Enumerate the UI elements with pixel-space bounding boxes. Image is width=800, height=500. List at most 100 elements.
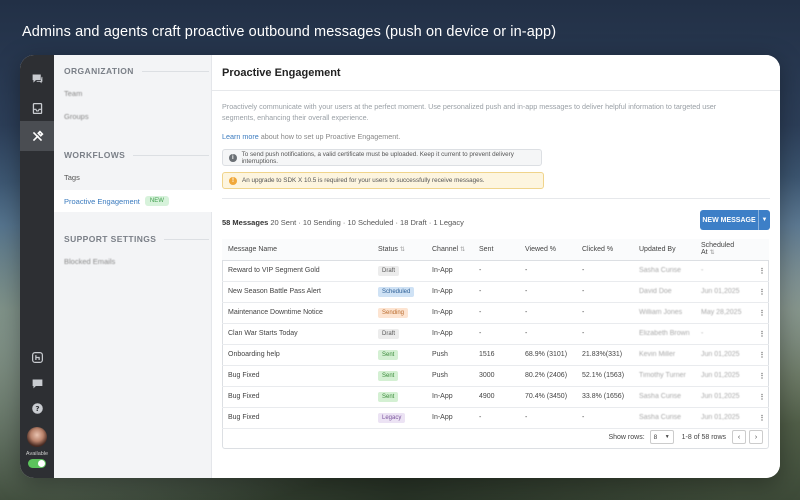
cell-message-name: New Season Battle Pass Alert: [222, 281, 372, 303]
tools-icon[interactable]: [20, 121, 54, 151]
learn-more-link[interactable]: Learn more: [222, 132, 259, 141]
cell-sent: -: [473, 323, 519, 345]
cell-status: Sent: [372, 365, 426, 387]
message-summary: 58 Messages 20 Sent · 10 Sending · 10 Sc…: [222, 218, 464, 227]
certificate-notice-text: To send push notifications, a valid cert…: [241, 150, 514, 165]
cell-sent: -: [473, 281, 519, 303]
row-menu-icon[interactable]: ⋮: [749, 365, 769, 387]
table-row[interactable]: Onboarding help Sent Push 1516 68.9% (3101) 2…: [222, 344, 769, 366]
col-status[interactable]: Status ⇅: [372, 239, 426, 261]
availability-toggle[interactable]: [28, 459, 46, 468]
app-window: ? Available ORGANIZATION Team Groups WOR…: [20, 55, 780, 478]
sort-icon: ⇅: [460, 246, 466, 253]
nav-item-blocked-emails[interactable]: Blocked Emails: [64, 257, 115, 266]
status-label: Available: [25, 451, 49, 457]
rows-per-page-value: 8: [653, 433, 658, 441]
main-content: Proactive Engagement Proactively communi…: [212, 55, 780, 478]
status-badge: Draft: [378, 265, 400, 276]
next-page-button[interactable]: ›: [749, 430, 763, 444]
table-row[interactable]: Bug Fixed Sent In-App 4900 70.4% (3450) 33.8%…: [222, 386, 769, 408]
status-badge: Sending: [378, 307, 409, 318]
table-header-row: Message Name Status ⇅ Channel ⇅ Sent Viewe…: [222, 239, 769, 261]
cell-updated-by: Kevin Miller: [633, 344, 695, 366]
row-menu-icon[interactable]: ⋮: [749, 323, 769, 345]
cell-updated-by: William Jones: [633, 302, 695, 324]
chat-icon[interactable]: [20, 63, 54, 93]
cell-status: Scheduled: [372, 281, 426, 303]
nav-item-team[interactable]: Team: [64, 89, 82, 98]
cell-channel: Push: [426, 344, 473, 366]
col-scheduled-at[interactable]: Scheduled At ⇅: [695, 239, 749, 261]
question-icon[interactable]: ?: [20, 393, 54, 423]
svg-text:?: ?: [35, 403, 39, 412]
cell-status: Draft: [372, 323, 426, 345]
cell-message-name: Clan War Starts Today: [222, 323, 372, 345]
status-badge: Sent: [378, 370, 399, 381]
cell-sent: 4900: [473, 386, 519, 408]
cell-clicked: 21.83%(331): [576, 344, 633, 366]
row-menu-icon[interactable]: ⋮: [749, 386, 769, 408]
status-breakdown: 20 Sent · 10 Sending · 10 Scheduled · 18…: [268, 218, 464, 227]
settings-sidebar: ORGANIZATION Team Groups WORKFLOWS Tags …: [54, 55, 212, 478]
status-badge: Sent: [378, 349, 399, 360]
row-menu-icon[interactable]: ⋮: [749, 344, 769, 366]
table-row[interactable]: Clan War Starts Today Draft In-App - - - Eliza…: [222, 323, 769, 345]
cell-sent: -: [473, 302, 519, 324]
row-menu-icon[interactable]: ⋮: [749, 281, 769, 303]
cell-scheduled-at: Jun 01,2025: [695, 365, 749, 387]
cell-channel: In-App: [426, 386, 473, 408]
nav-section-organization: ORGANIZATION: [64, 66, 209, 76]
cell-sent: -: [473, 260, 519, 282]
cell-channel: Push: [426, 365, 473, 387]
cell-channel: In-App: [426, 323, 473, 345]
cell-scheduled-at: Jun 01,2025: [695, 344, 749, 366]
nav-item-proactive-engagement[interactable]: Proactive Engagement NEW: [54, 190, 212, 212]
col-updated-by[interactable]: Updated By: [633, 239, 695, 261]
prev-page-button[interactable]: ‹: [732, 430, 746, 444]
cell-viewed: -: [519, 302, 576, 324]
new-message-button[interactable]: NEW MESSAGE ▼: [700, 210, 770, 230]
cell-viewed: 70.4% (3450): [519, 386, 576, 408]
cell-updated-by: Sasha Curise: [633, 260, 695, 282]
row-menu-icon[interactable]: ⋮: [749, 302, 769, 324]
cell-status: Sending: [372, 302, 426, 324]
show-rows-label: Show rows:: [608, 433, 645, 441]
nav-item-tags[interactable]: Tags: [64, 173, 80, 182]
sdk-warning-text: An upgrade to SDK X 10.5 is required for…: [242, 177, 485, 184]
learn-more-line: Learn more about how to set up Proactive…: [222, 132, 400, 141]
info-icon: i: [229, 153, 237, 162]
learn-more-rest: about how to set up Proactive Engagement…: [258, 132, 401, 141]
table-row[interactable]: Reward to VIP Segment Gold Draft In-App - - -…: [222, 260, 769, 282]
col-actions: [749, 239, 769, 261]
inbox-icon[interactable]: [20, 93, 54, 123]
cell-scheduled-at: May 28,2025: [695, 302, 749, 324]
cell-clicked: 52.1% (1563): [576, 365, 633, 387]
cell-clicked: -: [576, 260, 633, 282]
table-row[interactable]: New Season Battle Pass Alert Scheduled In-…: [222, 281, 769, 303]
col-viewed[interactable]: Viewed %: [519, 239, 576, 261]
table-row[interactable]: Bug Fixed Sent Push 3000 80.2% (2406) 52.1% (…: [222, 365, 769, 387]
avatar[interactable]: [27, 427, 47, 447]
cell-message-name: Bug Fixed: [222, 365, 372, 387]
caret-down-icon[interactable]: ▼: [758, 210, 770, 230]
sort-icon: ⇅: [399, 246, 405, 253]
cell-updated-by: Elizabeth Brown: [633, 323, 695, 345]
certificate-notice: i To send push notifications, a valid ce…: [222, 149, 542, 166]
status-badge: Scheduled: [378, 286, 415, 297]
cell-viewed: 80.2% (2406): [519, 365, 576, 387]
row-menu-icon[interactable]: ⋮: [749, 260, 769, 282]
col-message-name[interactable]: Message Name: [222, 239, 372, 261]
pagination-range: 1-8 of 58 rows: [681, 433, 726, 441]
col-clicked[interactable]: Clicked %: [576, 239, 633, 261]
rows-per-page-select[interactable]: 8 ▼: [649, 430, 674, 444]
cell-clicked: -: [576, 323, 633, 345]
nav-item-groups[interactable]: Groups: [64, 112, 89, 121]
new-message-label: NEW MESSAGE: [702, 216, 756, 224]
cell-scheduled-at: -: [695, 323, 749, 345]
table-row[interactable]: Maintenance Downtime Notice Sending In-App…: [222, 302, 769, 324]
nav-section-workflows: WORKFLOWS: [64, 150, 209, 160]
cell-message-name: Reward to VIP Segment Gold: [222, 260, 372, 282]
col-channel[interactable]: Channel ⇅: [426, 239, 473, 261]
col-sent[interactable]: Sent: [473, 239, 519, 261]
caption: Admins and agents craft proactive outbou…: [22, 24, 557, 40]
